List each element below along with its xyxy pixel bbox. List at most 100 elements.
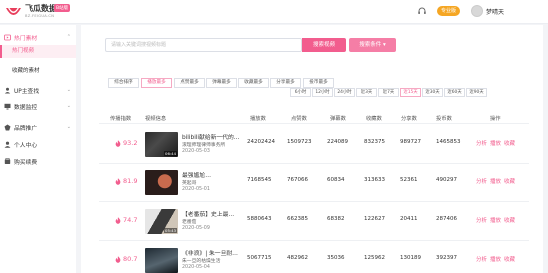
time-filter-tab[interactable]: 近3天 (356, 88, 377, 97)
search-video-button[interactable]: 搜索视频 (302, 38, 346, 52)
sort-tab[interactable]: 播放最多 (141, 78, 172, 88)
column-header: 播放数 (250, 116, 266, 122)
spread-index: 80.7 (123, 255, 138, 263)
stat-coin: 287406 (436, 216, 457, 222)
sort-tab[interactable]: 分享最多 (270, 78, 301, 88)
video-title[interactable]: 《非浪》| 朱一旦耐… (182, 248, 242, 257)
sidebar-item-personal[interactable]: 个人中心 (0, 137, 76, 151)
username[interactable]: 梦晴天 (486, 7, 504, 16)
video-author[interactable]: 朱一旦的枯燥生活 (182, 257, 242, 264)
stat-fav: 125962 (364, 255, 385, 261)
avatar[interactable] (471, 5, 483, 17)
favorite-link[interactable]: 收藏 (504, 255, 515, 263)
stat-danmaku: 68382 (327, 216, 345, 222)
video-title[interactable]: 【老番茄】史上最… (182, 209, 242, 218)
sidebar: 热门素材 ⌃ 热门视频 收藏的素材 UP主查找 ⌄ 数据监控 ⌄ 品牌推广 ⌄ … (0, 25, 76, 273)
time-filter-tab[interactable]: 6小时 (290, 88, 311, 97)
video-date: 2020-05-03 (182, 149, 210, 154)
sidebar-item-hot-video[interactable]: 热门视频 (0, 45, 76, 58)
analyze-link[interactable]: 分析 (476, 139, 487, 147)
sort-tab[interactable]: 综合排序 (108, 78, 139, 88)
sidebar-item-brand[interactable]: 品牌推广 ⌄ (0, 120, 76, 134)
video-author[interactable]: 英起哥 (182, 179, 242, 186)
sidebar-item-up-search[interactable]: UP主查找 ⌄ (0, 83, 76, 97)
video-author[interactable]: 滚理师理律师事务所 (182, 141, 242, 148)
play-link[interactable]: 播放 (490, 216, 501, 224)
time-filter-tab[interactable]: 12小时 (312, 88, 333, 97)
stat-danmaku: 60834 (327, 177, 345, 183)
search-condition-button[interactable]: 搜索条件 ▾ (349, 38, 396, 52)
search-input[interactable]: 请输入关键词搜视频标题 (105, 38, 302, 52)
sidebar-item-saved-material[interactable]: 收藏的素材 (0, 65, 76, 78)
time-filter-tab[interactable]: 近15天 (400, 88, 421, 97)
pro-badge[interactable]: 专业版 (437, 6, 461, 16)
time-filter-tab[interactable]: 近30天 (422, 88, 443, 97)
sidebar-item-hot-material[interactable]: 热门素材 ⌃ (0, 30, 76, 44)
time-filter-tab[interactable]: 近60天 (444, 88, 465, 97)
stat-share: 989727 (400, 139, 421, 145)
analyze-link[interactable]: 分析 (476, 216, 487, 224)
video-date: 2020-05-09 (182, 226, 210, 231)
stat-share: 130189 (400, 255, 421, 261)
stat-coin: 1465853 (436, 139, 461, 145)
video-icon (4, 34, 11, 40)
analyze-link[interactable]: 分析 (476, 177, 487, 185)
favorite-link[interactable]: 收藏 (504, 216, 515, 224)
column-header: 分享数 (401, 116, 417, 122)
video-date: 2020-05-01 (182, 187, 210, 192)
chevron-up-icon: ⌃ (66, 34, 71, 40)
sort-tab[interactable]: 投币最多 (303, 78, 334, 88)
video-thumbnail[interactable]: 06:44 (145, 132, 178, 157)
monitor-icon (4, 103, 11, 109)
spread-index: 81.9 (123, 177, 138, 185)
divider (99, 240, 529, 241)
video-author[interactable]: 老番茄 (182, 218, 242, 225)
column-header: 操作 (490, 116, 501, 122)
brand-domain: BZ.FEIGUA.CN (25, 14, 55, 18)
stat-coin: 392397 (436, 255, 457, 261)
chevron-down-icon: ⌄ (66, 124, 71, 130)
cart-icon (4, 157, 11, 164)
sidebar-item-label: 个人中心 (14, 142, 38, 149)
video-thumbnail[interactable] (145, 170, 178, 195)
favorite-link[interactable]: 收藏 (504, 139, 515, 147)
time-filter-tab[interactable]: 24小时 (334, 88, 355, 97)
sidebar-item-label: UP主查找 (14, 88, 40, 95)
feigua-logo-icon[interactable] (5, 4, 22, 20)
sidebar-item-label: 品牌推广 (14, 125, 38, 132)
sort-tab[interactable]: 点赞最多 (174, 78, 205, 88)
video-duration: 06:44 (164, 151, 177, 156)
chevron-down-icon: ⌄ (66, 87, 71, 93)
column-header: 弹幕数 (330, 116, 346, 122)
video-date: 2020-05-04 (182, 265, 210, 270)
headset-icon[interactable] (417, 6, 427, 16)
brand-icon (4, 124, 11, 130)
video-duration: 05:43 (164, 228, 177, 233)
time-filter-tab[interactable]: 近90天 (466, 88, 487, 97)
sort-tab[interactable]: 收藏最多 (238, 78, 269, 88)
brand-name: 飞瓜数据 (25, 4, 57, 13)
top-header: 飞瓜数据 B站版 BZ.FEIGUA.CN 专业版 梦晴天 (0, 0, 548, 24)
video-thumbnail[interactable]: 05:43 (145, 209, 178, 234)
chevron-down-icon: ⌄ (66, 103, 71, 109)
video-title[interactable]: bilibili献给新一代的… (182, 132, 242, 141)
sidebar-item-label: 热门素材 (14, 35, 38, 42)
stat-play: 5880643 (247, 216, 272, 222)
column-header: 视频信息 (145, 116, 167, 122)
video-title[interactable]: 最强尴尬… (182, 170, 242, 179)
analyze-link[interactable]: 分析 (476, 255, 487, 263)
stat-danmaku: 35036 (327, 255, 345, 261)
column-header: 投币数 (436, 116, 452, 122)
time-filter-tab[interactable]: 近7天 (378, 88, 399, 97)
play-link[interactable]: 播放 (490, 177, 501, 185)
sort-tab[interactable]: 弹幕最多 (206, 78, 237, 88)
sidebar-item-purchase[interactable]: 购买续费 (0, 154, 76, 168)
divider (99, 201, 529, 202)
column-header: 传播指数 (110, 116, 132, 122)
play-link[interactable]: 播放 (490, 255, 501, 263)
play-link[interactable]: 播放 (490, 139, 501, 147)
sidebar-item-monitor[interactable]: 数据监控 ⌄ (0, 99, 76, 113)
spread-index: 93.2 (123, 139, 138, 147)
favorite-link[interactable]: 收藏 (504, 177, 515, 185)
video-thumbnail[interactable] (145, 248, 178, 273)
